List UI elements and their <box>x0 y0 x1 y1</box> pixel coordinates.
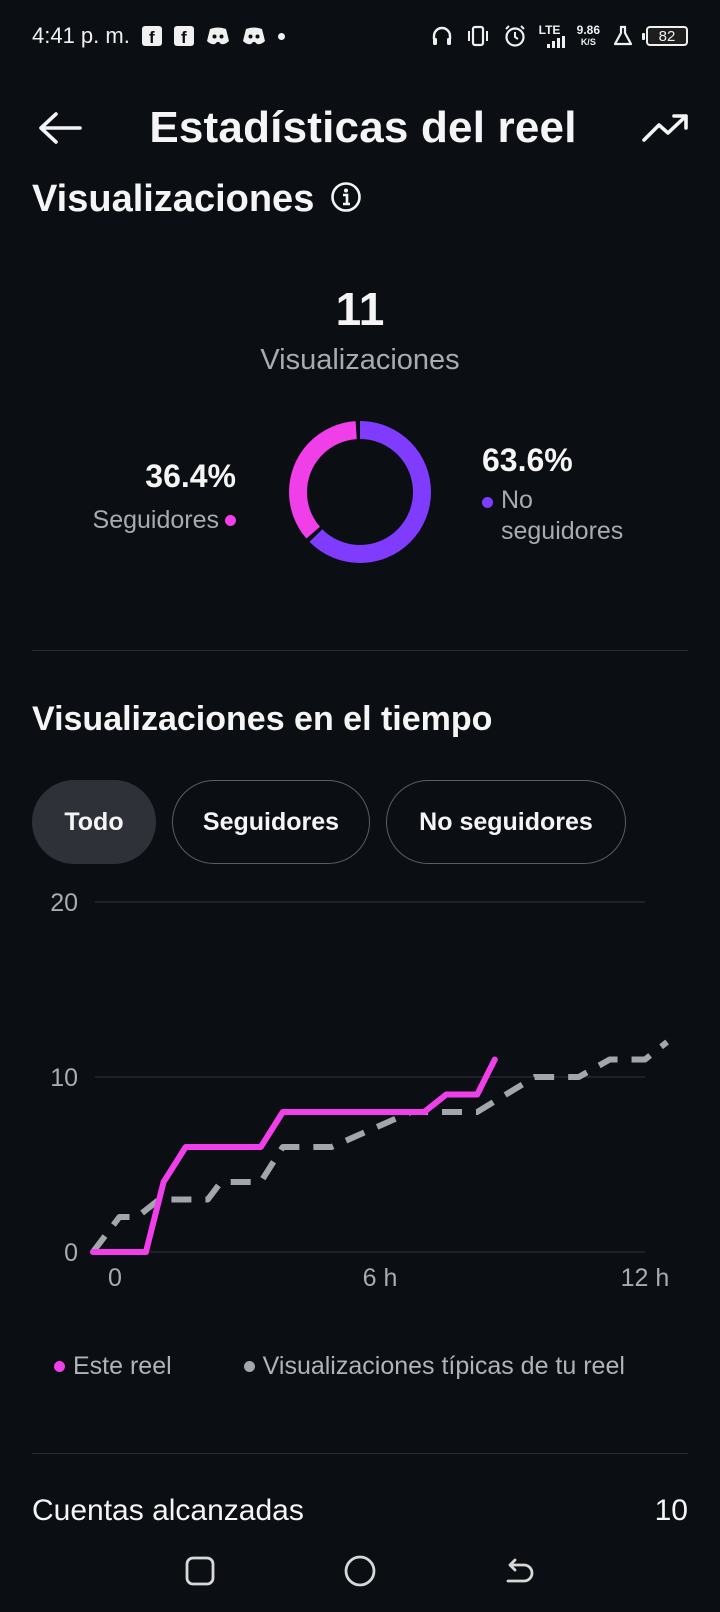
views-section-title: Visualizaciones <box>32 178 315 220</box>
reach-row[interactable]: Cuentas alcanzadas 10 <box>32 1494 688 1534</box>
alarm-icon <box>503 24 527 48</box>
chip-followers[interactable]: Seguidores <box>172 780 370 864</box>
non-followers-dot <box>482 497 493 508</box>
recents-button[interactable] <box>170 1541 230 1601</box>
circle-icon <box>344 1555 376 1587</box>
status-right: LTE 9.86 K/S 82 <box>431 24 688 48</box>
followers-dot <box>225 515 236 526</box>
signal-icon: LTE <box>539 24 565 48</box>
system-nav-bar <box>0 1530 720 1612</box>
chip-non-followers[interactable]: No seguidores <box>386 780 626 864</box>
dot-icon <box>277 32 285 40</box>
time-section-title: Visualizaciones en el tiempo <box>32 700 493 738</box>
header: Estadísticas del reel <box>0 90 720 166</box>
battery-icon: 82 <box>642 26 688 46</box>
reach-value: 10 <box>654 1494 688 1527</box>
views-total: 11 Visualizaciones <box>0 282 720 377</box>
x-tick-label: 12 h <box>621 1264 670 1292</box>
divider <box>32 650 688 651</box>
non-followers-legend: 63.6% No seguidores <box>482 442 623 547</box>
followers-pct: 36.4% <box>145 458 236 494</box>
x-tick-label: 0 <box>108 1264 122 1292</box>
x-tick-label: 6 h <box>363 1264 398 1292</box>
views-total-label: Visualizaciones <box>260 344 460 376</box>
reach-label: Cuentas alcanzadas <box>32 1494 304 1527</box>
followers-label-row: Seguidores <box>93 505 236 536</box>
net-speed-unit: K/S <box>580 36 596 47</box>
status-left: 4:41 p. m. f f <box>32 23 285 49</box>
discord-icon <box>206 26 230 46</box>
lte-label: LTE <box>538 23 561 37</box>
non-followers-label-line-1: No <box>501 486 533 514</box>
followers-label: Seguidores <box>92 506 219 534</box>
page-title: Estadísticas del reel <box>149 103 577 152</box>
non-followers-label-line-2: seguidores <box>501 517 624 545</box>
square-icon <box>185 1556 215 1586</box>
non-followers-pct: 63.6% <box>482 442 573 478</box>
back-button[interactable] <box>30 98 90 158</box>
y-tick-label: 10 <box>50 1064 78 1092</box>
legend-typical-label: Visualizaciones típicas de tu reel <box>262 1352 625 1380</box>
views-section-header: Visualizaciones <box>32 178 362 221</box>
flask-icon <box>612 25 634 47</box>
info-icon[interactable] <box>330 181 362 218</box>
battery-level: 82 <box>658 27 676 45</box>
y-tick-label: 20 <box>50 889 78 917</box>
chart-legend: Este reel Visualizaciones típicas de tu … <box>54 1352 625 1381</box>
home-button[interactable] <box>330 1541 390 1601</box>
series-line-this-reel <box>89 1056 498 1255</box>
facebook-icon: f <box>141 26 162 46</box>
back-arrow-icon <box>506 1558 534 1583</box>
non-followers-label-row: No seguidores <box>482 485 623 547</box>
facebook-icon: f <box>173 26 194 46</box>
status-time: 4:41 p. m. <box>32 23 130 48</box>
views-donut <box>286 418 434 566</box>
legend-typical-dot <box>243 1361 255 1372</box>
followers-legend: 36.4% Seguidores <box>93 458 236 536</box>
legend-this-reel: Este reel <box>54 1352 172 1381</box>
legend-this-reel-label: Este reel <box>73 1352 172 1380</box>
divider <box>32 1453 688 1454</box>
net-speed-value: 9.86 <box>576 22 600 37</box>
chip-all[interactable]: Todo <box>32 780 156 864</box>
arrow-left-icon <box>39 112 82 144</box>
non-followers-label: No seguidores <box>501 485 623 547</box>
discord-icon <box>242 26 266 46</box>
legend-typical: Visualizaciones típicas de tu reel <box>243 1352 625 1381</box>
trending-up-icon <box>642 114 688 142</box>
status-bar: 4:41 p. m. f f LTE 9.86 K/S 82 <box>0 0 720 72</box>
net-speed: 9.86 K/S <box>576 22 600 48</box>
trend-button[interactable] <box>636 98 696 158</box>
legend-this-reel-dot <box>54 1361 65 1372</box>
filter-chips: Todo Seguidores No seguidores <box>32 780 626 864</box>
headphones-icon <box>431 25 453 47</box>
y-tick-label: 0 <box>64 1239 78 1267</box>
views-total-number: 11 <box>335 283 385 335</box>
nav-back-button[interactable] <box>490 1541 550 1601</box>
series-line-typical <box>90 1039 669 1254</box>
vibrate-icon <box>465 25 491 47</box>
views-over-time-chart: 0 10 20 0 6 h 12 h <box>50 889 670 1292</box>
